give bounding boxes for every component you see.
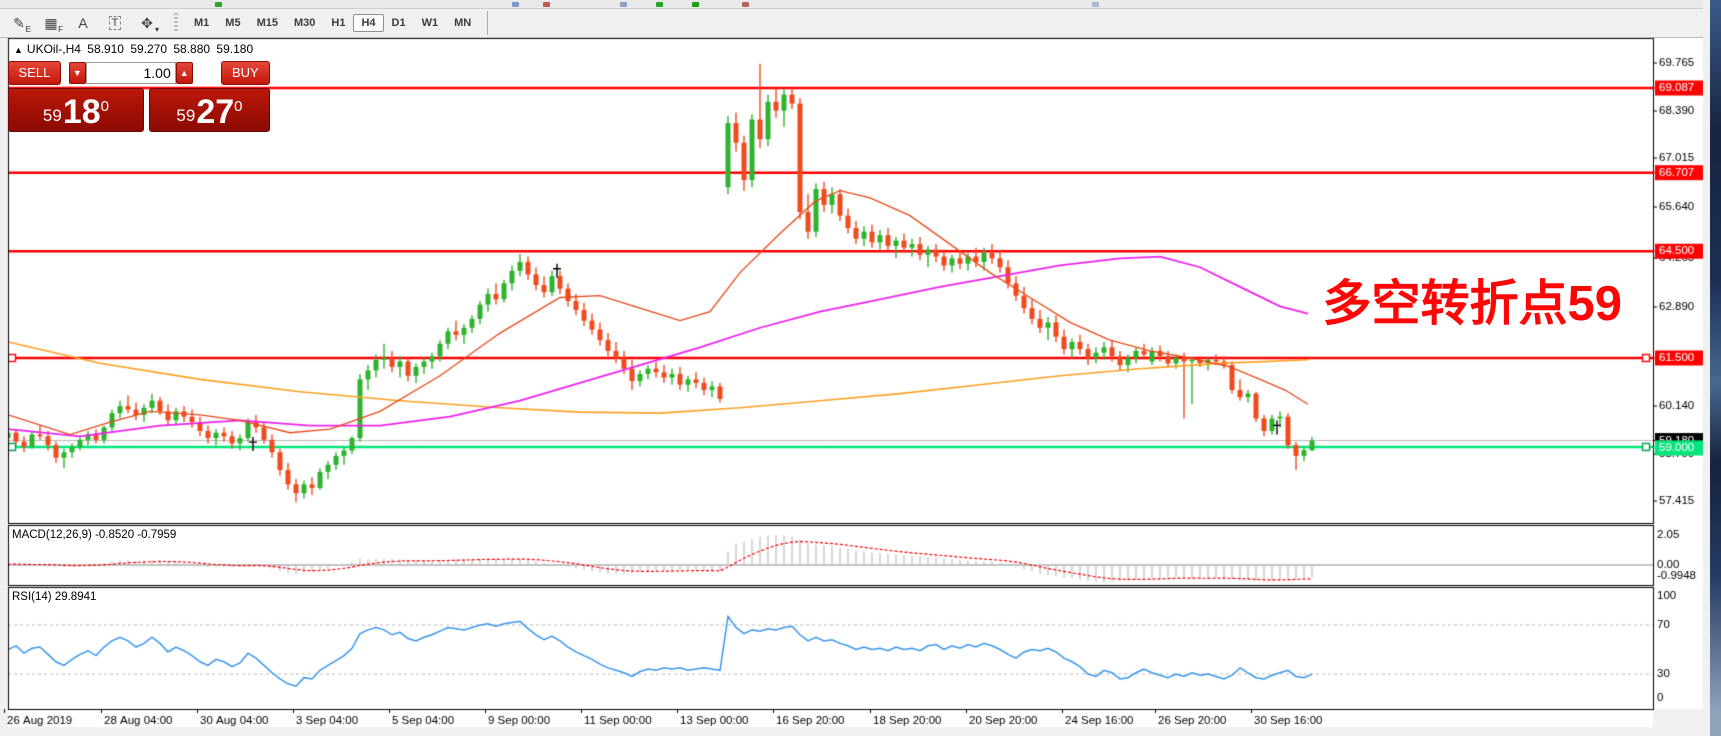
close-value: 59.180 bbox=[216, 42, 253, 56]
buy-price-fraction: 0 bbox=[234, 98, 242, 115]
toolbar-separator bbox=[487, 11, 488, 35]
sell-price-whole: 59 bbox=[43, 106, 62, 126]
desktop-edge-strip bbox=[1710, 0, 1721, 736]
volume-input[interactable] bbox=[86, 62, 176, 84]
icon-sub-glyph: E bbox=[26, 25, 31, 34]
buy-price-display[interactable]: 59270 bbox=[149, 88, 270, 132]
text-box-tool[interactable]: T bbox=[102, 12, 128, 34]
sell-price-display[interactable]: 59180 bbox=[8, 88, 144, 132]
one-click-trading-panel: SELL ▼ ▲ BUY 59180 59270 bbox=[8, 60, 270, 132]
arrows-tool[interactable]: ✥▾ bbox=[134, 12, 160, 34]
mt4-window: { "toolbar": { "tools": [ {"name": "elli… bbox=[0, 0, 1721, 736]
buy-price-whole: 59 bbox=[176, 106, 195, 126]
sell-price-pips: 18 bbox=[63, 95, 101, 129]
chinese-annotation-text: 多空转折点59 bbox=[1282, 264, 1622, 335]
fibonacci-tool[interactable]: ▦F bbox=[38, 12, 64, 34]
icon-sub-glyph: ▾ bbox=[155, 25, 159, 34]
low-value: 58.880 bbox=[173, 42, 210, 56]
text-box-tool-icon: T bbox=[109, 16, 122, 30]
timeframe-button-h4[interactable]: H4 bbox=[353, 14, 383, 32]
text-label-tool[interactable]: A bbox=[70, 12, 96, 34]
text-label-tool-icon: A bbox=[78, 15, 87, 31]
chart-toolbar: ✎E ▦F A T ✥▾ M1M5M15M30H1H4D1W1MN bbox=[0, 9, 1703, 38]
arrows-tool-icon: ✥ bbox=[141, 15, 153, 32]
timeframe-button-m15[interactable]: M15 bbox=[249, 14, 286, 32]
timeframe-button-w1[interactable]: W1 bbox=[414, 14, 447, 32]
timeframe-button-h1[interactable]: H1 bbox=[323, 14, 353, 32]
elliott-wave-tool-icon: ✎ bbox=[13, 15, 25, 32]
buy-price-pips: 27 bbox=[196, 95, 234, 129]
clipped-upper-toolbar bbox=[0, 0, 1703, 9]
symbol-arrow-icon: ▲ bbox=[14, 45, 23, 55]
volume-decrease-button[interactable]: ▼ bbox=[69, 62, 86, 84]
toolbar-separator bbox=[174, 13, 178, 33]
volume-increase-button[interactable]: ▲ bbox=[176, 62, 193, 84]
timeframe-button-m30[interactable]: M30 bbox=[286, 14, 323, 32]
icon-sub-glyph: F bbox=[58, 25, 63, 34]
timeframe-button-d1[interactable]: D1 bbox=[384, 14, 414, 32]
chart-ohlc-header: ▲ UKOil-,H4 58.910 59.270 58.880 59.180 bbox=[14, 42, 256, 56]
macd-indicator-label: MACD(12,26,9) -0.8520 -0.7959 bbox=[12, 529, 176, 541]
symbol-timeframe: UKOil-,H4 bbox=[27, 42, 81, 56]
elliott-wave-tool[interactable]: ✎E bbox=[6, 12, 32, 34]
timeframe-button-m1[interactable]: M1 bbox=[186, 14, 217, 32]
sell-price-fraction: 0 bbox=[101, 98, 109, 115]
open-value: 58.910 bbox=[87, 42, 124, 56]
timeframe-button-mn[interactable]: MN bbox=[446, 14, 479, 32]
buy-button[interactable]: BUY bbox=[221, 61, 270, 85]
high-value: 59.270 bbox=[130, 42, 167, 56]
timeframe-button-m5[interactable]: M5 bbox=[217, 14, 248, 32]
sell-button[interactable]: SELL bbox=[8, 61, 61, 85]
rsi-indicator-label: RSI(14) 29.8941 bbox=[12, 591, 96, 603]
fibonacci-tool-icon: ▦ bbox=[44, 15, 57, 32]
